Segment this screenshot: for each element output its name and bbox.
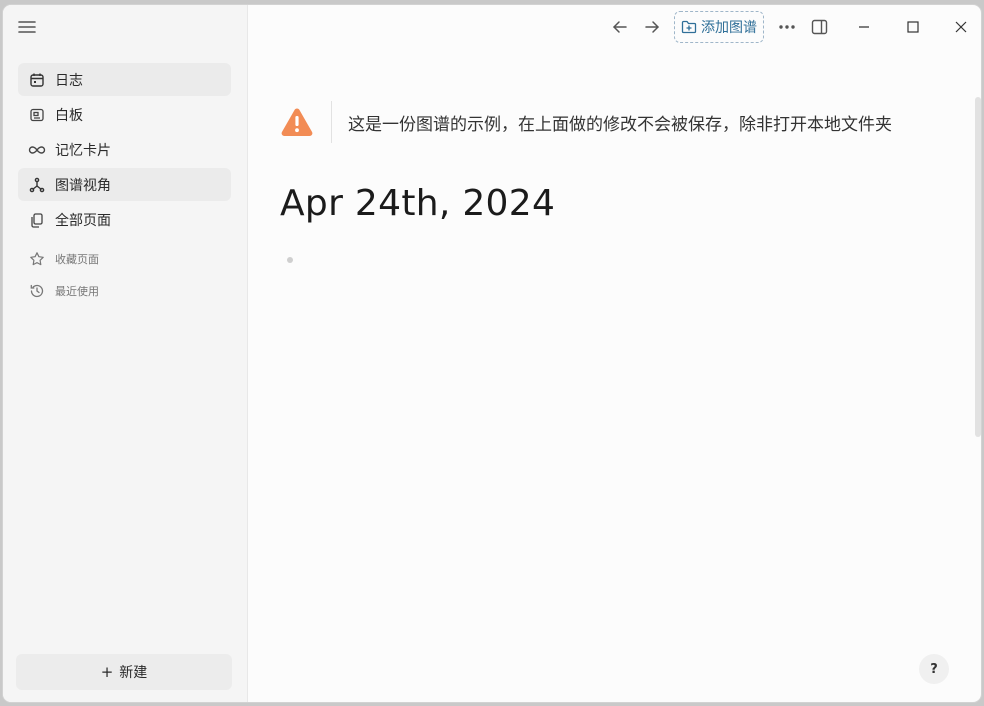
folder-plus-icon <box>681 20 697 34</box>
notice-divider <box>331 101 332 143</box>
toggle-right-sidebar-button[interactable] <box>807 15 831 39</box>
warning-icon <box>281 108 313 136</box>
add-graph-button[interactable]: 添加图谱 <box>674 11 764 43</box>
notice-text: 这是一份图谱的示例，在上面做的修改不会被保存，除非打开本地文件夹 <box>348 114 892 135</box>
calendar-icon <box>28 71 46 89</box>
sidebar-item-label: 全部页面 <box>55 212 111 229</box>
sidebar-item-graph-view[interactable]: 图谱视角 <box>18 168 231 201</box>
sidebar-item-label: 最近使用 <box>55 285 99 298</box>
sidebar-item-journals[interactable]: 日志 <box>18 63 231 96</box>
sidebar-right-icon <box>811 19 827 35</box>
sidebar-item-label: 日志 <box>55 72 83 89</box>
empty-block-bullet[interactable] <box>287 257 293 263</box>
vertical-scrollbar[interactable] <box>975 97 981 437</box>
sidebar-item-label: 记忆卡片 <box>55 142 111 159</box>
app-window: 日志 白板 记忆卡片 图谱视角 全部页面 收藏页面 最近使用 + 新建 添加图谱… <box>3 5 981 702</box>
star-icon <box>28 250 46 268</box>
minimize-button[interactable] <box>852 15 876 39</box>
sidebar-item-all-pages[interactable]: 全部页面 <box>18 203 231 236</box>
ellipsis-icon <box>779 25 795 29</box>
history-icon <box>28 282 46 300</box>
top-toolbar: 添加图谱 <box>247 5 981 49</box>
maximize-button[interactable] <box>901 15 925 39</box>
whiteboard-icon <box>28 106 46 124</box>
main-content: 这是一份图谱的示例，在上面做的修改不会被保存，除非打开本地文件夹 Apr 24t… <box>247 49 981 702</box>
arrow-right-icon <box>645 21 659 33</box>
add-graph-label: 添加图谱 <box>701 20 757 36</box>
sidebar-nav: 日志 白板 记忆卡片 图谱视角 全部页面 收藏页面 最近使用 <box>18 63 231 308</box>
forward-button[interactable] <box>640 15 664 39</box>
more-options-button[interactable] <box>775 15 799 39</box>
sidebar-item-recent[interactable]: 最近使用 <box>18 276 231 306</box>
help-button[interactable]: ? <box>919 654 949 684</box>
pages-icon <box>28 211 46 229</box>
infinity-icon <box>28 141 46 159</box>
sidebar-item-label: 收藏页面 <box>55 253 99 266</box>
sidebar-item-favorites[interactable]: 收藏页面 <box>18 244 231 274</box>
minimize-icon <box>859 26 869 28</box>
new-page-button[interactable]: + 新建 <box>16 654 232 690</box>
page-title[interactable]: Apr 24th, 2024 <box>280 183 555 224</box>
close-window-button[interactable] <box>949 15 973 39</box>
sidebar-item-label: 白板 <box>55 107 83 124</box>
back-button[interactable] <box>608 15 632 39</box>
plus-icon: + <box>100 663 114 681</box>
new-button-label: 新建 <box>119 665 148 681</box>
maximize-icon <box>907 21 919 33</box>
graph-icon <box>28 176 46 194</box>
demo-graph-notice: 这是一份图谱的示例，在上面做的修改不会被保存，除非打开本地文件夹 <box>280 101 892 143</box>
left-sidebar: 日志 白板 记忆卡片 图谱视角 全部页面 收藏页面 最近使用 + 新建 <box>3 5 248 702</box>
sidebar-item-flashcards[interactable]: 记忆卡片 <box>18 133 231 166</box>
arrow-left-icon <box>613 21 627 33</box>
sidebar-item-label: 图谱视角 <box>55 177 111 194</box>
close-icon <box>955 21 967 33</box>
sidebar-item-whiteboards[interactable]: 白板 <box>18 98 231 131</box>
menu-icon[interactable] <box>17 19 37 35</box>
